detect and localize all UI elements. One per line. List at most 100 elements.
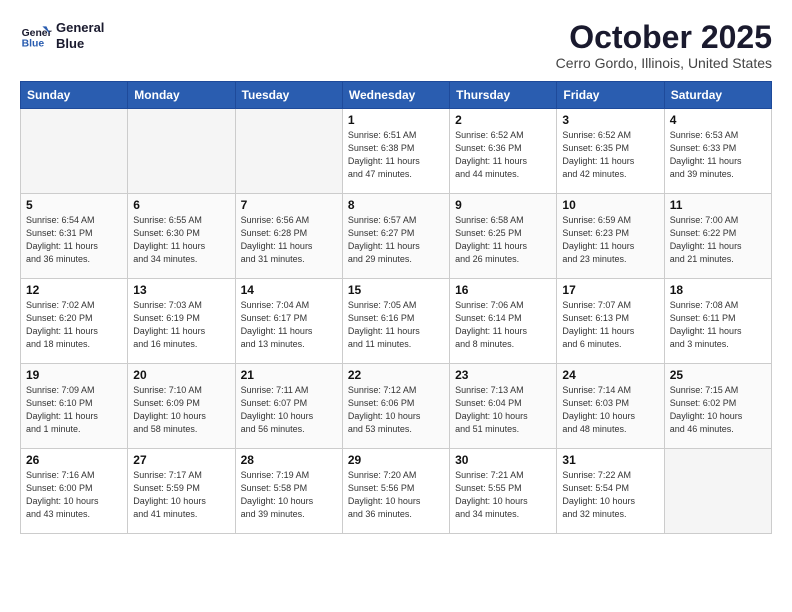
calendar-cell: 5 Sunrise: 6:54 AM Sunset: 6:31 PM Daylig… xyxy=(21,194,128,279)
calendar-cell: 24 Sunrise: 7:14 AM Sunset: 6:03 PM Dayli… xyxy=(557,364,664,449)
column-header-tuesday: Tuesday xyxy=(235,82,342,109)
location-title: Cerro Gordo, Illinois, United States xyxy=(556,55,772,71)
day-info: Sunrise: 6:55 AM Sunset: 6:30 PM Dayligh… xyxy=(133,214,229,266)
calendar-cell: 13 Sunrise: 7:03 AM Sunset: 6:19 PM Dayli… xyxy=(128,279,235,364)
calendar-cell: 20 Sunrise: 7:10 AM Sunset: 6:09 PM Dayli… xyxy=(128,364,235,449)
day-info: Sunrise: 7:09 AM Sunset: 6:10 PM Dayligh… xyxy=(26,384,122,436)
calendar-cell: 12Sunrise: 7:02 AM Sunset: 6:20 PM Dayli… xyxy=(21,279,128,364)
day-number: 9 xyxy=(455,198,551,212)
calendar-cell: 2 Sunrise: 6:52 AM Sunset: 6:36 PM Daylig… xyxy=(450,109,557,194)
column-header-sunday: Sunday xyxy=(21,82,128,109)
day-info: Sunrise: 7:11 AM Sunset: 6:07 PM Dayligh… xyxy=(241,384,337,436)
week-row-5: 26Sunrise: 7:16 AM Sunset: 6:00 PM Dayli… xyxy=(21,449,772,534)
calendar-cell: 9 Sunrise: 6:58 AM Sunset: 6:25 PM Daylig… xyxy=(450,194,557,279)
day-number: 22 xyxy=(348,368,444,382)
calendar-cell: 29Sunrise: 7:20 AM Sunset: 5:56 PM Dayli… xyxy=(342,449,449,534)
day-info: Sunrise: 6:57 AM Sunset: 6:27 PM Dayligh… xyxy=(348,214,444,266)
calendar-cell: 7 Sunrise: 6:56 AM Sunset: 6:28 PM Daylig… xyxy=(235,194,342,279)
day-number: 15 xyxy=(348,283,444,297)
calendar-cell: 23Sunrise: 7:13 AM Sunset: 6:04 PM Dayli… xyxy=(450,364,557,449)
calendar-cell xyxy=(128,109,235,194)
svg-text:Blue: Blue xyxy=(22,38,45,49)
week-row-3: 12Sunrise: 7:02 AM Sunset: 6:20 PM Dayli… xyxy=(21,279,772,364)
day-info: Sunrise: 6:52 AM Sunset: 6:36 PM Dayligh… xyxy=(455,129,551,181)
day-number: 12 xyxy=(26,283,122,297)
day-info: Sunrise: 7:22 AM Sunset: 5:54 PM Dayligh… xyxy=(562,469,658,521)
column-header-thursday: Thursday xyxy=(450,82,557,109)
calendar-header-row: SundayMondayTuesdayWednesdayThursdayFrid… xyxy=(21,82,772,109)
day-number: 16 xyxy=(455,283,551,297)
column-header-monday: Monday xyxy=(128,82,235,109)
day-number: 28 xyxy=(241,453,337,467)
day-info: Sunrise: 6:52 AM Sunset: 6:35 PM Dayligh… xyxy=(562,129,658,181)
day-number: 30 xyxy=(455,453,551,467)
day-number: 27 xyxy=(133,453,229,467)
day-info: Sunrise: 6:56 AM Sunset: 6:28 PM Dayligh… xyxy=(241,214,337,266)
day-info: Sunrise: 6:54 AM Sunset: 6:31 PM Dayligh… xyxy=(26,214,122,266)
day-number: 20 xyxy=(133,368,229,382)
day-number: 19 xyxy=(26,368,122,382)
day-info: Sunrise: 7:07 AM Sunset: 6:13 PM Dayligh… xyxy=(562,299,658,351)
calendar-cell: 17 Sunrise: 7:07 AM Sunset: 6:13 PM Dayli… xyxy=(557,279,664,364)
week-row-4: 19 Sunrise: 7:09 AM Sunset: 6:10 PM Dayli… xyxy=(21,364,772,449)
calendar-cell: 25 Sunrise: 7:15 AM Sunset: 6:02 PM Dayli… xyxy=(664,364,771,449)
day-info: Sunrise: 7:05 AM Sunset: 6:16 PM Dayligh… xyxy=(348,299,444,351)
calendar-cell xyxy=(21,109,128,194)
day-number: 7 xyxy=(241,198,337,212)
day-info: Sunrise: 7:10 AM Sunset: 6:09 PM Dayligh… xyxy=(133,384,229,436)
day-number: 2 xyxy=(455,113,551,127)
calendar-cell: 6 Sunrise: 6:55 AM Sunset: 6:30 PM Daylig… xyxy=(128,194,235,279)
calendar-cell: 15 Sunrise: 7:05 AM Sunset: 6:16 PM Dayli… xyxy=(342,279,449,364)
day-info: Sunrise: 7:16 AM Sunset: 6:00 PM Dayligh… xyxy=(26,469,122,521)
calendar-cell: 31Sunrise: 7:22 AM Sunset: 5:54 PM Dayli… xyxy=(557,449,664,534)
day-number: 23 xyxy=(455,368,551,382)
week-row-2: 5 Sunrise: 6:54 AM Sunset: 6:31 PM Daylig… xyxy=(21,194,772,279)
day-number: 24 xyxy=(562,368,658,382)
logo-text-line1: General xyxy=(56,20,104,36)
week-row-1: 1 Sunrise: 6:51 AM Sunset: 6:38 PM Daylig… xyxy=(21,109,772,194)
day-number: 6 xyxy=(133,198,229,212)
calendar-cell: 22 Sunrise: 7:12 AM Sunset: 6:06 PM Dayli… xyxy=(342,364,449,449)
day-info: Sunrise: 6:58 AM Sunset: 6:25 PM Dayligh… xyxy=(455,214,551,266)
day-info: Sunrise: 7:04 AM Sunset: 6:17 PM Dayligh… xyxy=(241,299,337,351)
day-number: 10 xyxy=(562,198,658,212)
day-info: Sunrise: 7:06 AM Sunset: 6:14 PM Dayligh… xyxy=(455,299,551,351)
day-number: 11 xyxy=(670,198,766,212)
day-info: Sunrise: 7:15 AM Sunset: 6:02 PM Dayligh… xyxy=(670,384,766,436)
day-number: 25 xyxy=(670,368,766,382)
calendar-cell: 1 Sunrise: 6:51 AM Sunset: 6:38 PM Daylig… xyxy=(342,109,449,194)
calendar-cell: 14 Sunrise: 7:04 AM Sunset: 6:17 PM Dayli… xyxy=(235,279,342,364)
day-number: 3 xyxy=(562,113,658,127)
calendar-cell: 18 Sunrise: 7:08 AM Sunset: 6:11 PM Dayli… xyxy=(664,279,771,364)
calendar-table: SundayMondayTuesdayWednesdayThursdayFrid… xyxy=(20,81,772,534)
calendar-cell: 28 Sunrise: 7:19 AM Sunset: 5:58 PM Dayli… xyxy=(235,449,342,534)
column-header-friday: Friday xyxy=(557,82,664,109)
calendar-cell: 27Sunrise: 7:17 AM Sunset: 5:59 PM Dayli… xyxy=(128,449,235,534)
day-number: 4 xyxy=(670,113,766,127)
calendar-cell: 8 Sunrise: 6:57 AM Sunset: 6:27 PM Daylig… xyxy=(342,194,449,279)
day-number: 13 xyxy=(133,283,229,297)
day-info: Sunrise: 6:51 AM Sunset: 6:38 PM Dayligh… xyxy=(348,129,444,181)
day-number: 1 xyxy=(348,113,444,127)
day-info: Sunrise: 7:03 AM Sunset: 6:19 PM Dayligh… xyxy=(133,299,229,351)
calendar-cell: 30Sunrise: 7:21 AM Sunset: 5:55 PM Dayli… xyxy=(450,449,557,534)
day-number: 17 xyxy=(562,283,658,297)
day-number: 5 xyxy=(26,198,122,212)
day-number: 21 xyxy=(241,368,337,382)
day-info: Sunrise: 7:08 AM Sunset: 6:11 PM Dayligh… xyxy=(670,299,766,351)
day-number: 18 xyxy=(670,283,766,297)
day-number: 8 xyxy=(348,198,444,212)
calendar-cell: 4 Sunrise: 6:53 AM Sunset: 6:33 PM Daylig… xyxy=(664,109,771,194)
day-info: Sunrise: 6:53 AM Sunset: 6:33 PM Dayligh… xyxy=(670,129,766,181)
day-info: Sunrise: 7:19 AM Sunset: 5:58 PM Dayligh… xyxy=(241,469,337,521)
calendar-cell: 19 Sunrise: 7:09 AM Sunset: 6:10 PM Dayli… xyxy=(21,364,128,449)
column-header-wednesday: Wednesday xyxy=(342,82,449,109)
title-block: October 2025 Cerro Gordo, Illinois, Unit… xyxy=(556,20,772,71)
calendar-cell: 10Sunrise: 6:59 AM Sunset: 6:23 PM Dayli… xyxy=(557,194,664,279)
day-number: 14 xyxy=(241,283,337,297)
day-info: Sunrise: 7:12 AM Sunset: 6:06 PM Dayligh… xyxy=(348,384,444,436)
day-info: Sunrise: 7:14 AM Sunset: 6:03 PM Dayligh… xyxy=(562,384,658,436)
column-header-saturday: Saturday xyxy=(664,82,771,109)
calendar-cell: 11Sunrise: 7:00 AM Sunset: 6:22 PM Dayli… xyxy=(664,194,771,279)
day-info: Sunrise: 7:20 AM Sunset: 5:56 PM Dayligh… xyxy=(348,469,444,521)
